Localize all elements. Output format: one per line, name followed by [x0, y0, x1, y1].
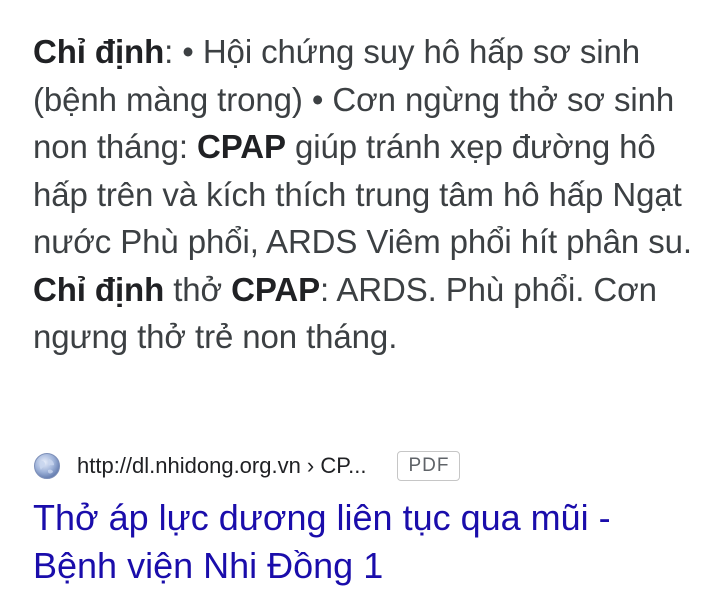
source-url[interactable]: http://dl.nhidong.org.vn › CP... [77, 453, 366, 479]
globe-icon [33, 452, 61, 480]
snippet-highlight: CPAP [197, 128, 286, 165]
result-title-link[interactable]: Thở áp lực dương liên tục qua mũi - Bệnh… [33, 494, 693, 590]
result-snippet: Chỉ định: • Hội chứng suy hô hấp sơ sinh… [33, 28, 693, 361]
snippet-highlight: Chỉ định [33, 270, 165, 308]
snippet-highlight: CPAP [231, 270, 321, 308]
file-type-badge: PDF [397, 451, 461, 481]
result-source-row[interactable]: http://dl.nhidong.org.vn › CP... PDF [33, 448, 461, 484]
snippet-text: thở [164, 270, 232, 308]
snippet-highlight: Chỉ định [33, 33, 165, 70]
